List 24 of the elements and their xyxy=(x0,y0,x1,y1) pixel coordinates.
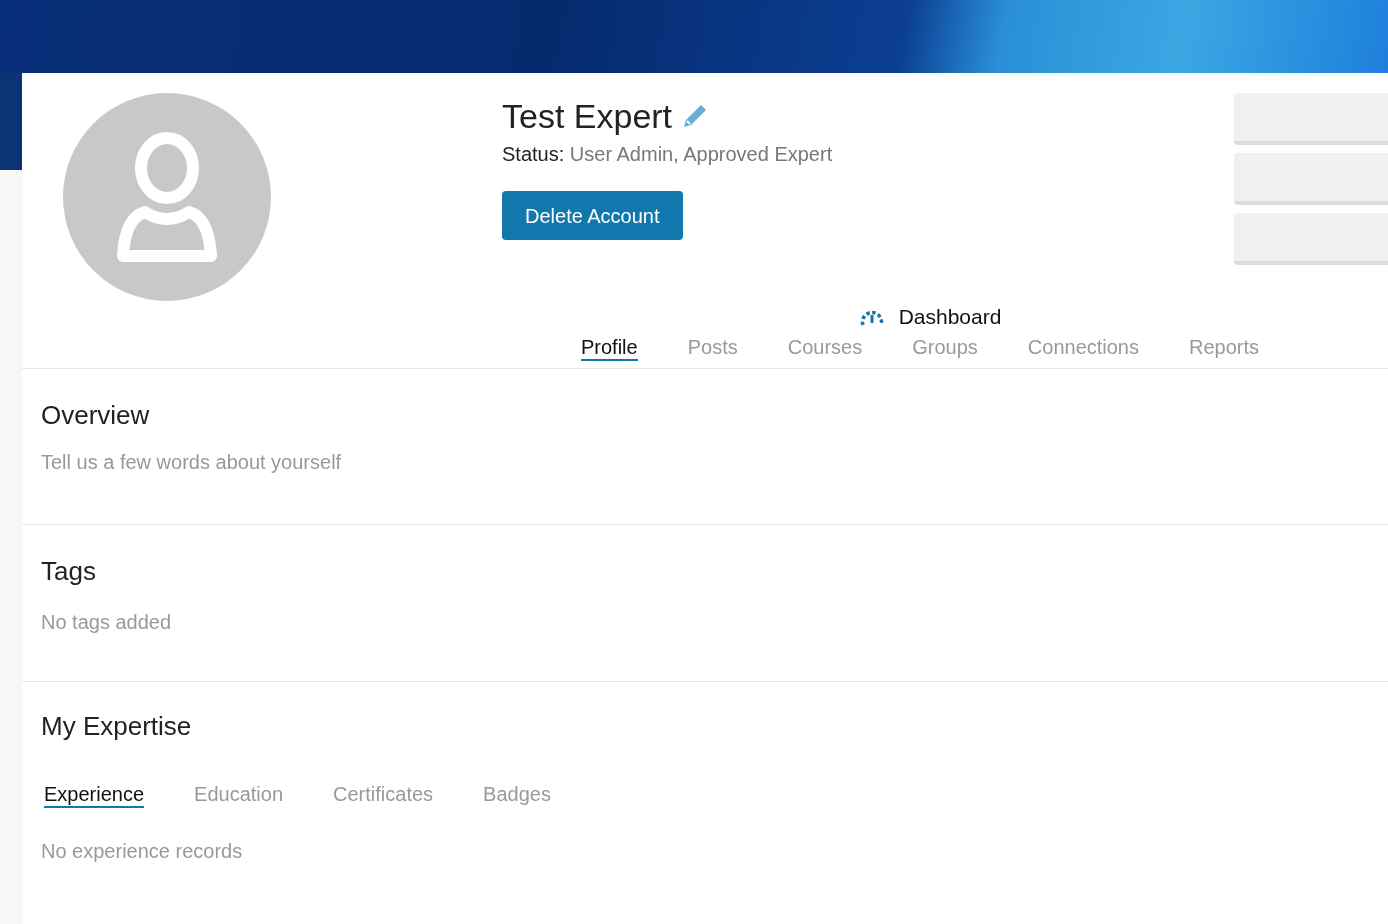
blank-button[interactable] xyxy=(1234,93,1388,145)
tab[interactable]: Education xyxy=(194,781,284,808)
section-title: My Expertise xyxy=(41,709,193,743)
blank-button[interactable] xyxy=(1234,213,1388,265)
tab[interactable]: Connections xyxy=(1027,334,1139,361)
tab[interactable]: Certificates xyxy=(333,781,434,808)
tab[interactable]: Experience xyxy=(44,781,145,808)
profile-name: Test Expert xyxy=(502,96,673,137)
empty-experience-text: No experience records xyxy=(41,838,244,864)
tab[interactable]: Reports xyxy=(1189,334,1260,361)
tab[interactable]: Posts xyxy=(687,334,738,361)
delete-account-button[interactable]: Delete Account xyxy=(502,191,683,240)
tab[interactable]: Groups xyxy=(912,334,978,361)
section-title: Tags xyxy=(41,554,97,588)
dashboard-link[interactable]: Dashboard xyxy=(858,301,1002,333)
tab[interactable]: Courses xyxy=(787,334,863,361)
tab[interactable]: Badges xyxy=(483,781,551,808)
blank-button[interactable] xyxy=(1234,153,1388,205)
tab[interactable]: Profile xyxy=(581,334,638,361)
empty-tags-text: No tags added xyxy=(41,609,173,635)
status-text: Status: User Admin, Approved Expert xyxy=(502,142,833,167)
overview-field[interactable]: Tell us a few words about yourself xyxy=(41,446,441,477)
section-title: Overview xyxy=(41,398,151,432)
user-silhouette-icon xyxy=(115,132,219,262)
